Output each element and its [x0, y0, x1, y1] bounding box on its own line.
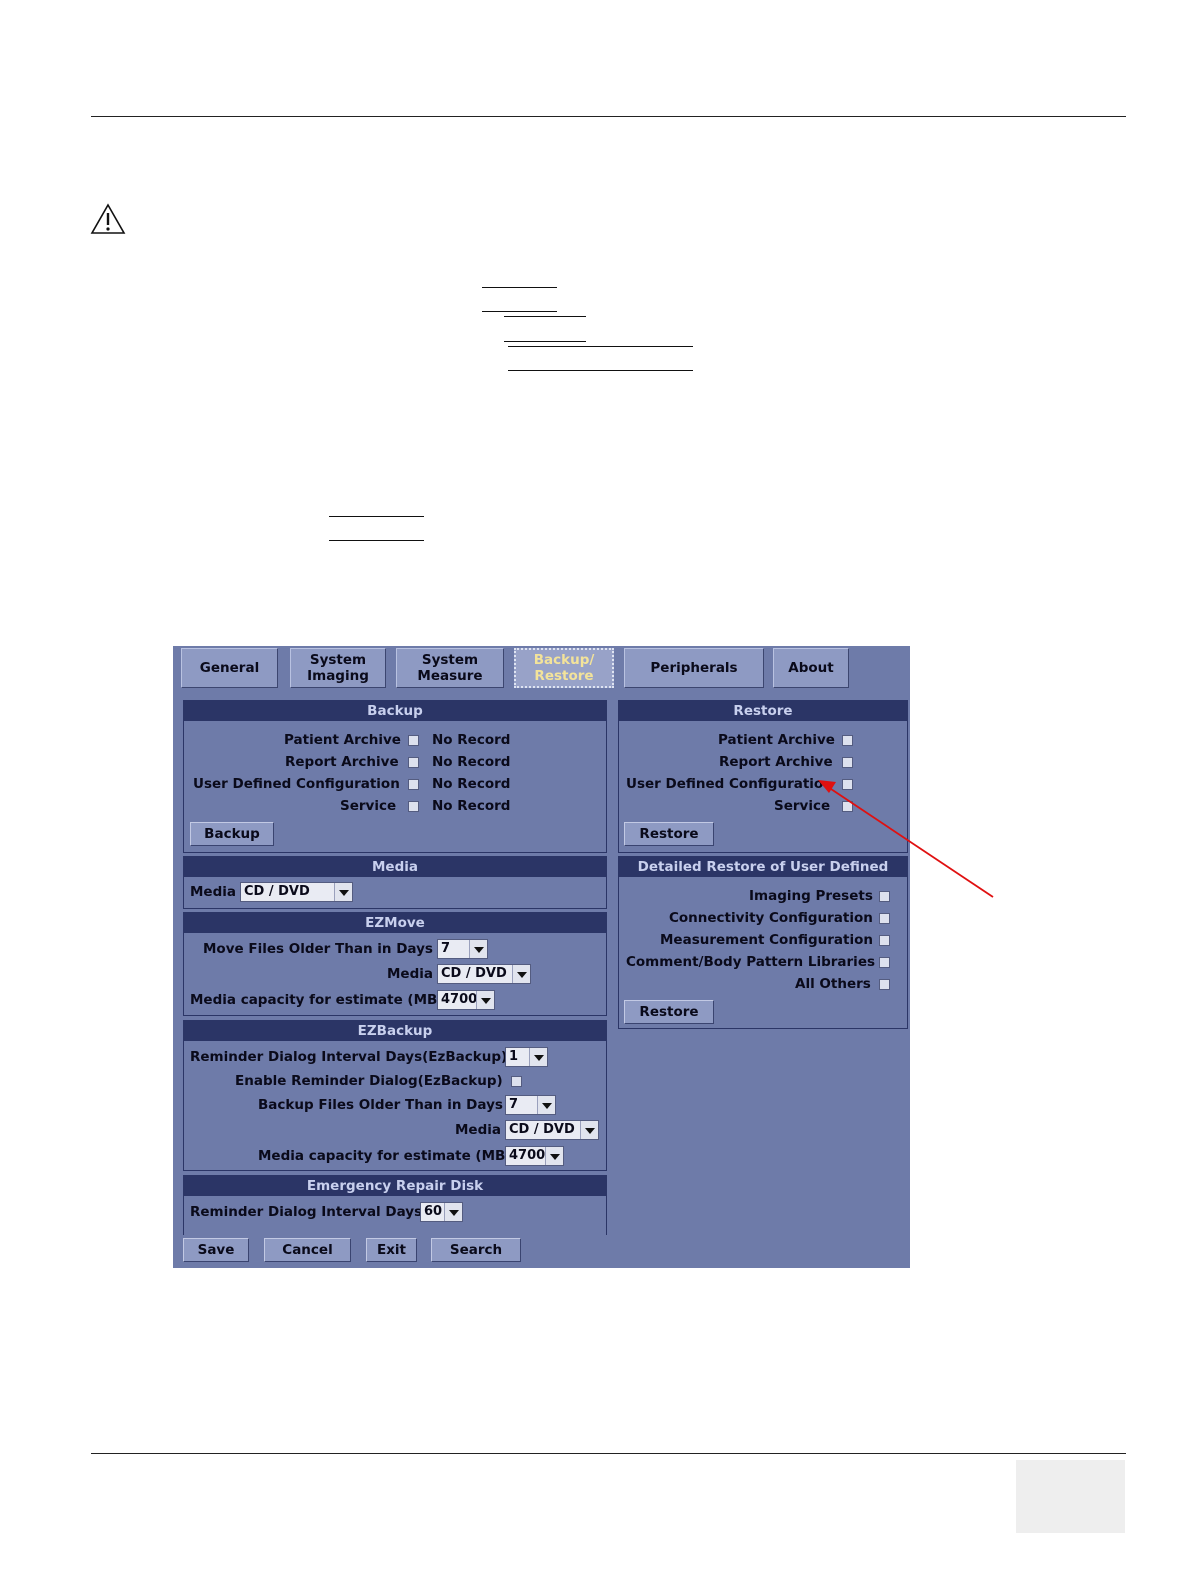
page-number-box [1016, 1460, 1125, 1533]
annotation-arrow-icon [818, 780, 994, 898]
footer-rule [91, 1453, 1126, 1454]
